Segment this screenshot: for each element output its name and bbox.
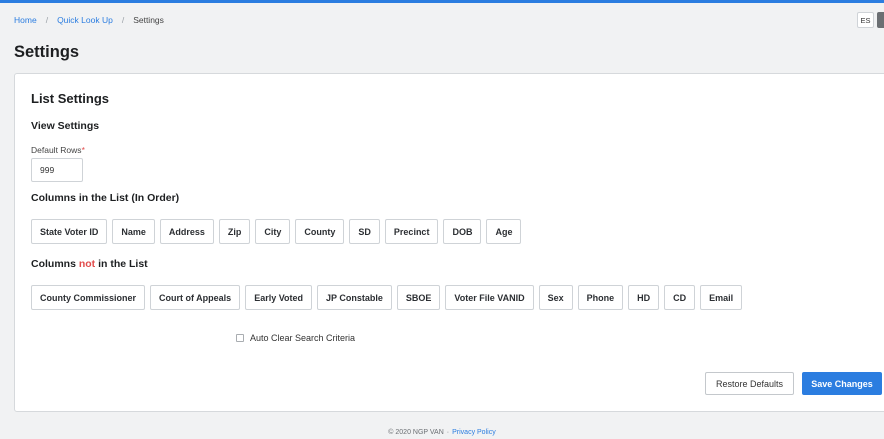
auto-clear-option[interactable]: Auto Clear Search Criteria <box>236 333 355 343</box>
auto-clear-checkbox[interactable] <box>236 334 244 342</box>
column-chip-city[interactable]: City <box>255 219 291 244</box>
language-toggle-button[interactable]: ES <box>857 12 874 28</box>
list-settings-card: List Settings View Settings Default Rows… <box>14 73 884 412</box>
breadcrumb-current: Settings <box>133 15 164 25</box>
column-chip-early-voted[interactable]: Early Voted <box>245 285 313 310</box>
column-chip-name[interactable]: Name <box>112 219 155 244</box>
default-rows-label: Default Rows* <box>31 145 85 155</box>
heading-prefix: Columns <box>31 258 76 270</box>
column-chip-address[interactable]: Address <box>159 219 214 244</box>
required-marker: * <box>81 145 85 155</box>
column-chip-county-commissioner[interactable]: County Commissioner <box>31 285 146 310</box>
save-changes-button[interactable]: Save Changes <box>802 372 882 395</box>
breadcrumb-separator: / <box>121 15 125 25</box>
columns-in-list: State Voter ID Name Address Zip City Cou… <box>31 219 526 244</box>
column-chip-hd[interactable]: HD <box>628 285 660 310</box>
privacy-policy-link[interactable]: Privacy Policy <box>452 429 496 436</box>
column-chip-court-of-appeals[interactable]: Court of Appeals <box>150 285 241 310</box>
default-rows-label-text: Default Rows <box>31 145 82 155</box>
auto-clear-label[interactable]: Auto Clear Search Criteria <box>250 333 355 343</box>
breadcrumb-quick-look-up-link[interactable]: Quick Look Up <box>57 15 113 25</box>
column-chip-jp-constable[interactable]: JP Constable <box>317 285 392 310</box>
column-chip-sboe[interactable]: SBOE <box>396 285 441 310</box>
default-rows-input[interactable] <box>31 158 83 182</box>
footer-copyright: © 2020 NGP VAN <box>388 429 444 436</box>
column-chip-zip[interactable]: Zip <box>218 219 251 244</box>
column-chip-phone[interactable]: Phone <box>577 285 624 310</box>
column-chip-county[interactable]: County <box>295 219 345 244</box>
restore-defaults-button[interactable]: Restore Defaults <box>705 372 794 395</box>
view-settings-heading: View Settings <box>31 120 100 132</box>
columns-not-in-list: County Commissioner Court of Appeals Ear… <box>31 285 747 310</box>
breadcrumb: Home / Quick Look Up / Settings <box>14 15 164 25</box>
columns-not-in-list-heading: Columns not in the List <box>31 258 148 270</box>
column-chip-sd[interactable]: SD <box>349 219 380 244</box>
page-title: Settings <box>14 43 80 61</box>
card-title: List Settings <box>31 91 110 106</box>
column-chip-email[interactable]: Email <box>700 285 743 310</box>
footer-separator: · <box>446 429 450 436</box>
breadcrumb-home-link[interactable]: Home <box>14 15 37 25</box>
columns-in-list-heading: Columns in the List (In Order) <box>31 192 180 204</box>
heading-suffix: in the List <box>98 258 148 270</box>
user-icon[interactable] <box>877 12 884 28</box>
column-chip-age[interactable]: Age <box>486 219 522 244</box>
footer: © 2020 NGP VAN · Privacy Policy <box>0 429 884 436</box>
column-chip-dob[interactable]: DOB <box>443 219 482 244</box>
column-chip-voter-file-vanid[interactable]: Voter File VANID <box>445 285 534 310</box>
column-chip-sex[interactable]: Sex <box>538 285 573 310</box>
heading-not-emphasis: not <box>78 258 96 270</box>
column-chip-state-voter-id[interactable]: State Voter ID <box>31 219 108 244</box>
column-chip-cd[interactable]: CD <box>664 285 696 310</box>
top-accent-bar <box>0 0 884 3</box>
breadcrumb-separator: / <box>45 15 49 25</box>
column-chip-precinct[interactable]: Precinct <box>384 219 439 244</box>
